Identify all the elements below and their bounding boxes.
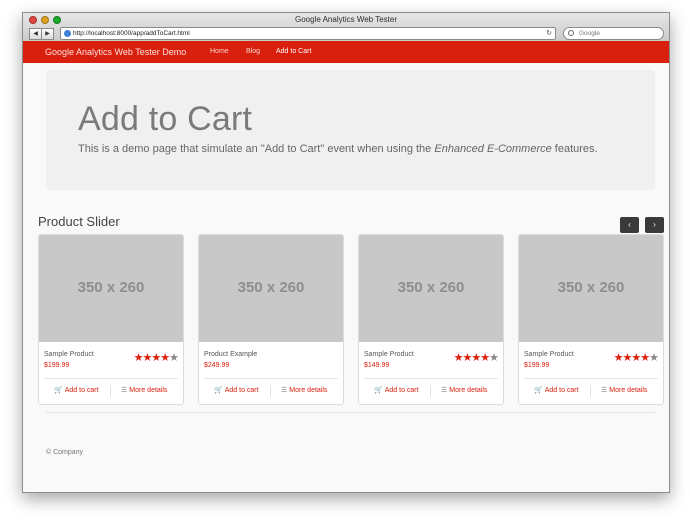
star-filled-icon: ★	[613, 352, 624, 364]
cart-icon: 🛒	[374, 387, 383, 394]
page-description: This is a demo page that simulate an "Ad…	[78, 143, 598, 155]
more-details-label: More details	[289, 387, 328, 394]
action-separator	[270, 385, 271, 397]
image-size-label: 350 x 260	[77, 279, 145, 296]
product-image-placeholder[interactable]: 350 x 260	[359, 235, 503, 342]
navbar-brand[interactable]: Google Analytics Web Tester Demo	[45, 41, 186, 63]
address-bar[interactable]: http://localhost:8000/app/addToCart.html…	[60, 27, 556, 40]
more-details-button[interactable]: ☰ More details	[121, 386, 167, 394]
product-price: $249.99	[204, 362, 230, 369]
add-to-cart-button[interactable]: 🛒 Add to cart	[534, 386, 579, 394]
action-separator	[110, 385, 111, 397]
image-size-label: 350 x 260	[557, 279, 625, 296]
forward-button[interactable]: ▶	[42, 28, 54, 40]
url-text[interactable]: http://localhost:8000/app/addToCart.html	[73, 29, 190, 38]
site-navbar: Google Analytics Web Tester Demo Home Bl…	[23, 41, 669, 63]
product-card: 350 x 260 Sample Product $199.99 ★★★★★ 🛒…	[38, 234, 184, 405]
product-name: Sample Product	[364, 351, 414, 358]
star-filled-icon: ★	[151, 352, 161, 364]
search-placeholder[interactable]: Google	[579, 29, 600, 38]
chevron-left-icon: ‹	[628, 220, 631, 229]
card-divider	[524, 378, 658, 379]
card-divider	[44, 378, 178, 379]
cart-icon: 🛒	[54, 387, 63, 394]
list-icon: ☰	[441, 387, 448, 394]
star-filled-icon: ★	[471, 352, 481, 364]
star-filled-icon: ★	[133, 352, 144, 364]
globe-icon	[64, 30, 71, 37]
rating-stars: ★★★★★	[453, 352, 499, 364]
more-details-button[interactable]: ☰ More details	[281, 386, 327, 394]
star-filled-icon: ★	[640, 352, 650, 364]
add-to-cart-label: Add to cart	[64, 387, 99, 394]
footer-copyright: © Company	[46, 449, 84, 456]
browser-window: Google Analytics Web Tester ◀ ▶ http://l…	[22, 12, 670, 493]
cart-icon: 🛒	[534, 387, 543, 394]
description-text: This is a demo page that simulate an "Ad…	[78, 143, 435, 155]
star-empty-icon: ★	[489, 352, 499, 364]
product-price: $149.99	[364, 362, 390, 369]
more-details-button[interactable]: ☰ More details	[601, 386, 647, 394]
description-text-end: features.	[551, 143, 598, 155]
rating-stars: ★★★★★	[133, 352, 179, 364]
product-name: Sample Product	[44, 351, 94, 358]
slider-title: Product Slider	[38, 214, 120, 229]
window-title: Google Analytics Web Tester	[295, 15, 397, 24]
nav-link-add-to-cart[interactable]: Add to Cart	[276, 41, 311, 63]
product-card: 350 x 260 Product Example $249.99 🛒 Add t…	[198, 234, 344, 405]
cart-icon: 🛒	[214, 387, 223, 394]
star-empty-icon: ★	[169, 352, 179, 364]
footer-divider	[46, 412, 655, 413]
image-size-label: 350 x 260	[397, 279, 465, 296]
product-name: Product Example	[204, 351, 258, 358]
more-details-label: More details	[609, 387, 648, 394]
star-filled-icon: ★	[453, 352, 464, 364]
add-to-cart-label: Add to cart	[544, 387, 579, 394]
image-size-label: 350 x 260	[237, 279, 305, 296]
search-field[interactable]: Google	[563, 27, 664, 40]
jumbotron: Add to Cart This is a demo page that sim…	[46, 70, 655, 190]
more-details-label: More details	[129, 387, 168, 394]
slider-prev-button[interactable]: ‹	[620, 217, 639, 233]
list-icon: ☰	[121, 387, 128, 394]
nav-link-blog[interactable]: Blog	[246, 41, 260, 63]
action-separator	[430, 385, 431, 397]
star-filled-icon: ★	[160, 352, 170, 364]
product-name: Sample Product	[524, 351, 574, 358]
add-to-cart-label: Add to cart	[224, 387, 259, 394]
back-button[interactable]: ◀	[29, 28, 42, 40]
product-card: 350 x 260 Sample Product $149.99 ★★★★★ 🛒…	[358, 234, 504, 405]
star-filled-icon: ★	[480, 352, 490, 364]
star-filled-icon: ★	[631, 352, 641, 364]
reload-icon[interactable]: ↻	[546, 28, 552, 39]
product-image-placeholder[interactable]: 350 x 260	[199, 235, 343, 342]
add-to-cart-button[interactable]: 🛒 Add to cart	[54, 386, 99, 394]
add-to-cart-label: Add to cart	[384, 387, 419, 394]
rating-stars: ★★★★★	[613, 352, 659, 364]
more-details-button[interactable]: ☰ More details	[441, 386, 487, 394]
list-icon: ☰	[601, 387, 608, 394]
card-divider	[204, 378, 338, 379]
product-image-placeholder[interactable]: 350 x 260	[39, 235, 183, 342]
product-price: $199.99	[44, 362, 70, 369]
description-emphasis: Enhanced E-Commerce	[434, 143, 552, 155]
add-to-cart-button[interactable]: 🛒 Add to cart	[214, 386, 259, 394]
search-icon	[568, 30, 574, 36]
chevron-right-icon: ›	[653, 220, 656, 229]
action-separator	[590, 385, 591, 397]
product-image-placeholder[interactable]: 350 x 260	[519, 235, 663, 342]
star-empty-icon: ★	[649, 352, 659, 364]
product-price: $199.99	[524, 362, 550, 369]
more-details-label: More details	[449, 387, 488, 394]
slider-next-button[interactable]: ›	[645, 217, 664, 233]
product-card: 350 x 260 Sample Product $199.99 ★★★★★ 🛒…	[518, 234, 664, 405]
history-buttons: ◀ ▶	[29, 28, 54, 40]
page-title: Add to Cart	[78, 100, 253, 138]
card-divider	[364, 378, 498, 379]
add-to-cart-button[interactable]: 🛒 Add to cart	[374, 386, 419, 394]
list-icon: ☰	[281, 387, 288, 394]
nav-link-home[interactable]: Home	[210, 41, 229, 63]
